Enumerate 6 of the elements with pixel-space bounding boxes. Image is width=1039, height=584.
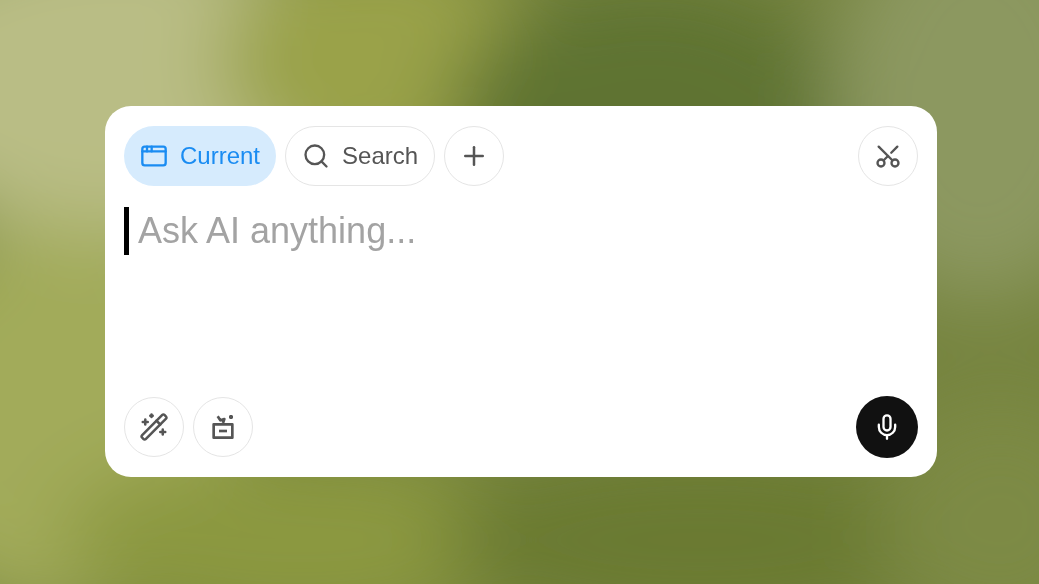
tab[interactable]: Search xyxy=(285,126,436,186)
search-icon xyxy=(302,142,331,170)
scissors-icon xyxy=(874,142,902,170)
prompt-field[interactable]: Ask AI anything... xyxy=(138,207,918,255)
magic-wand-icon xyxy=(139,412,169,442)
text-cursor xyxy=(124,207,129,255)
